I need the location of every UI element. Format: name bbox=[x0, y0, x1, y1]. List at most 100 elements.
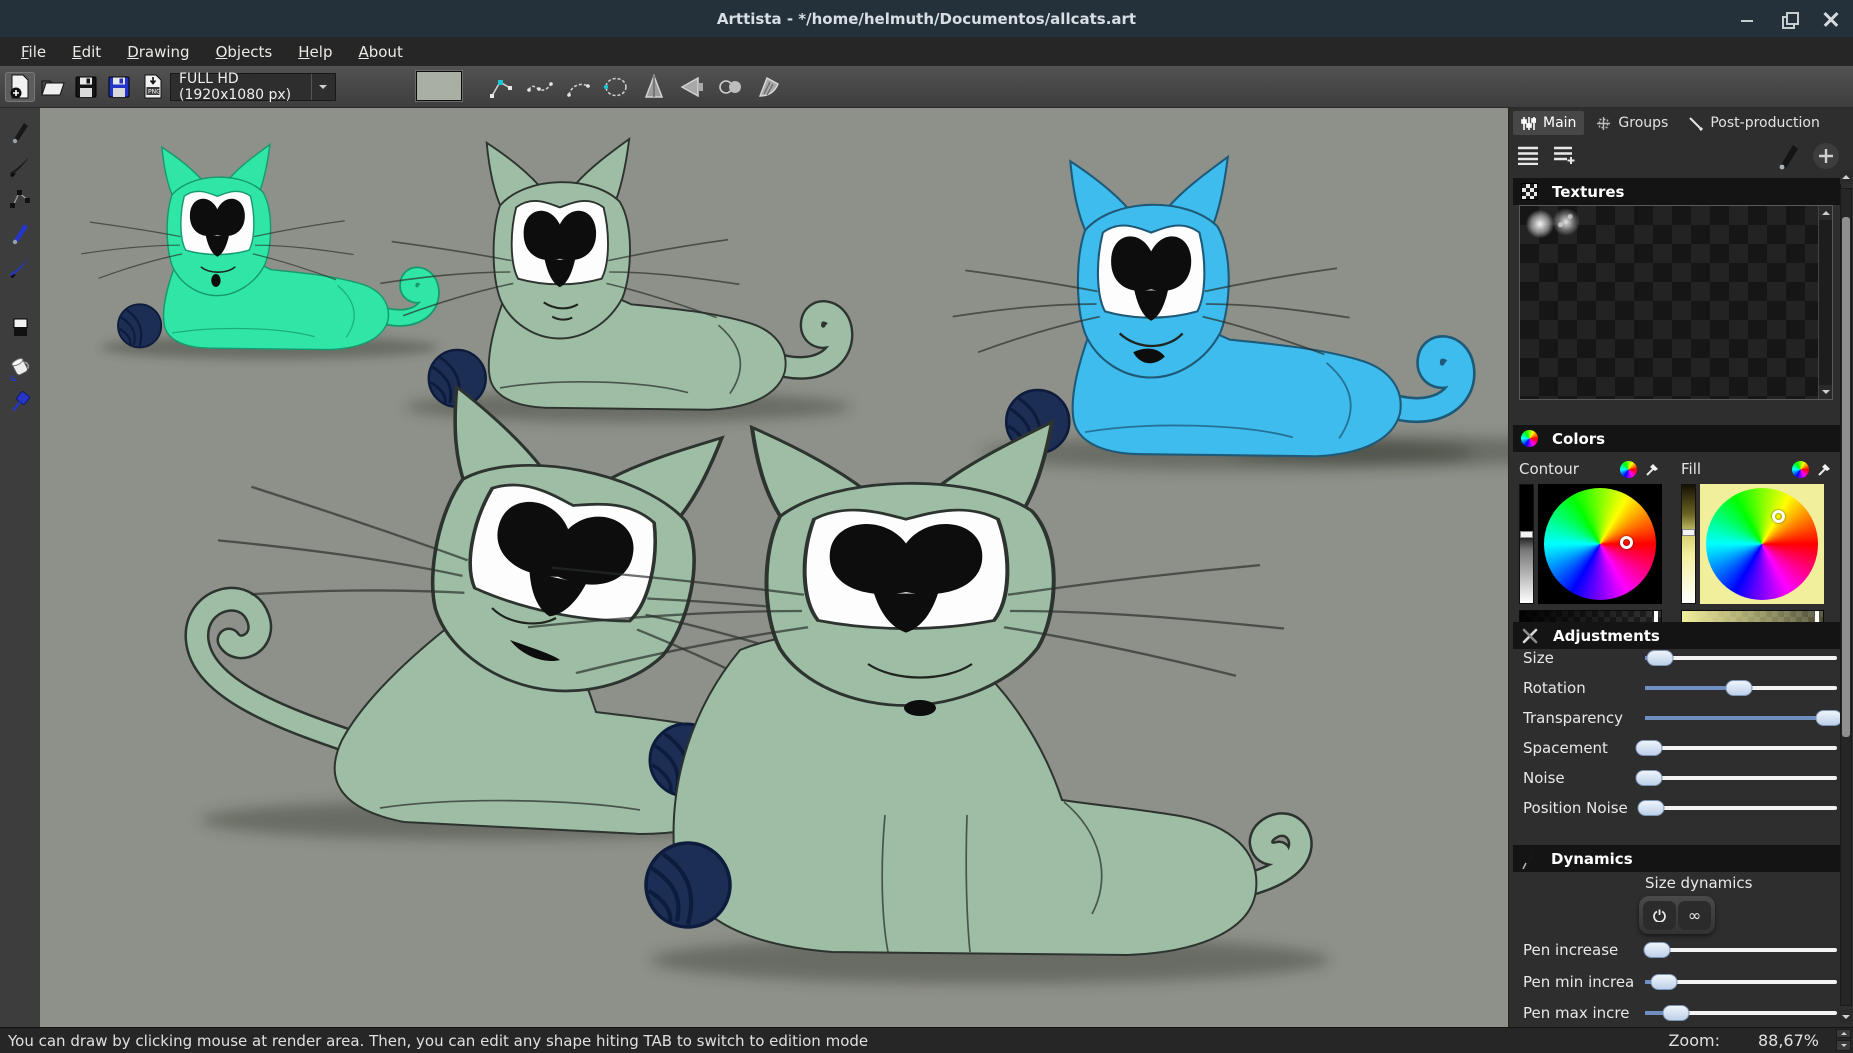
size-slider[interactable] bbox=[1645, 656, 1837, 660]
menu-about[interactable]: About bbox=[347, 40, 413, 64]
pen-min-increase-slider-handle[interactable] bbox=[1651, 974, 1678, 990]
tab-main[interactable]: Main bbox=[1513, 111, 1584, 135]
pen-black-tool[interactable] bbox=[7, 120, 33, 146]
save-as-button[interactable] bbox=[104, 72, 134, 102]
brush-black-tool[interactable] bbox=[7, 154, 33, 180]
menu-file[interactable]: File bbox=[10, 40, 57, 64]
panel-scrollbar[interactable] bbox=[1840, 170, 1852, 1024]
restore-icon[interactable] bbox=[1781, 11, 1797, 27]
contour-wheel-box[interactable] bbox=[1538, 484, 1662, 604]
contour-wheel-icon[interactable] bbox=[1620, 461, 1637, 478]
dynamics-off-button[interactable] bbox=[1643, 901, 1676, 930]
cat-mint[interactable] bbox=[81, 144, 438, 359]
adjustments-icon bbox=[1521, 627, 1539, 645]
export-png-button[interactable]: PNG bbox=[138, 72, 168, 102]
zoom-increase-icon[interactable] bbox=[1836, 1029, 1851, 1038]
cat-cyan[interactable] bbox=[953, 157, 1508, 470]
eraser-tool[interactable] bbox=[7, 315, 33, 341]
clone-tool-button[interactable] bbox=[715, 73, 745, 101]
texture-scroll-up-icon[interactable] bbox=[1819, 206, 1832, 220]
tab-main-label: Main bbox=[1543, 115, 1576, 131]
transparency-slider[interactable] bbox=[1645, 716, 1837, 720]
mirror-tool-button[interactable] bbox=[639, 73, 669, 101]
flip-tool-button[interactable] bbox=[677, 73, 707, 101]
menu-edit[interactable]: Edit bbox=[61, 40, 112, 64]
artwork-cats bbox=[40, 108, 1508, 1027]
colors-header[interactable]: Colors bbox=[1513, 425, 1841, 452]
dynamics-infinite-button[interactable]: ∞ bbox=[1678, 901, 1711, 930]
new-document-button[interactable] bbox=[5, 72, 35, 102]
colors-title: Colors bbox=[1552, 430, 1605, 448]
noise-slider-handle[interactable] bbox=[1635, 770, 1662, 786]
rotation-slider-handle[interactable] bbox=[1726, 680, 1753, 696]
tab-groups-label: Groups bbox=[1618, 115, 1668, 131]
brush-blue-tool[interactable] bbox=[7, 255, 33, 281]
node-editor-tool[interactable] bbox=[7, 187, 33, 213]
spacement-slider-handle[interactable] bbox=[1635, 740, 1662, 756]
pen-max-increase-slider[interactable] bbox=[1645, 1011, 1837, 1015]
add-brush-button[interactable] bbox=[1813, 143, 1839, 169]
spacement-label: Spacement bbox=[1523, 739, 1645, 757]
textures-header[interactable]: Textures bbox=[1513, 178, 1841, 205]
position-noise-slider-handle[interactable] bbox=[1637, 800, 1664, 816]
contour-value-bar[interactable] bbox=[1519, 484, 1534, 604]
fill-wheel-box[interactable] bbox=[1700, 484, 1824, 604]
contour-color-wheel[interactable] bbox=[1544, 488, 1656, 600]
panel-scroll-down-icon[interactable] bbox=[1840, 1010, 1852, 1024]
open-file-button[interactable] bbox=[38, 72, 68, 102]
contour-eyedropper-icon[interactable] bbox=[1645, 461, 1661, 477]
paint-pot-tool[interactable] bbox=[7, 355, 33, 381]
rotation-slider[interactable] bbox=[1645, 686, 1837, 690]
curve-tool-button[interactable] bbox=[525, 73, 555, 101]
arc-tool-button[interactable] bbox=[563, 73, 593, 101]
pen-increase-slider-handle[interactable] bbox=[1643, 942, 1670, 958]
ellipse-tool-button[interactable] bbox=[601, 73, 631, 101]
stamp-tool[interactable] bbox=[7, 389, 33, 415]
arttista-window: Arttista - */home/helmuth/Documentos/all… bbox=[0, 0, 1853, 1053]
fill-wheel-marker bbox=[1772, 510, 1785, 523]
tab-post-production[interactable]: Post-production bbox=[1680, 111, 1828, 135]
menu-drawing[interactable]: Drawing bbox=[116, 40, 200, 64]
add-list-icon[interactable] bbox=[1553, 145, 1577, 165]
pen-max-increase-slider-handle[interactable] bbox=[1662, 1005, 1689, 1021]
slider-row-pen-max: Pen max incre bbox=[1523, 1000, 1837, 1026]
fill-value-bar[interactable] bbox=[1681, 484, 1696, 604]
panel-scroll-track[interactable] bbox=[1840, 188, 1852, 1006]
current-color-swatch[interactable] bbox=[416, 71, 462, 101]
texture-scrollbar[interactable] bbox=[1818, 206, 1832, 399]
zoom-decrease-icon[interactable] bbox=[1836, 1040, 1851, 1051]
texture-thumb-noise[interactable] bbox=[1552, 208, 1580, 236]
dynamics-header[interactable]: Dynamics bbox=[1513, 845, 1841, 872]
position-noise-label: Position Noise bbox=[1523, 799, 1645, 817]
canvas-size-dropdown[interactable]: FULL HD (1920x1080 px) bbox=[170, 73, 336, 101]
paint-pot-icon bbox=[7, 355, 33, 381]
menu-help[interactable]: Help bbox=[287, 40, 343, 64]
fill-wheel-icon[interactable] bbox=[1792, 461, 1809, 478]
texture-list[interactable] bbox=[1519, 205, 1833, 400]
list-icon[interactable] bbox=[1517, 145, 1539, 165]
size-slider-handle[interactable] bbox=[1647, 650, 1674, 666]
texture-scroll-down-icon[interactable] bbox=[1819, 385, 1832, 399]
save-button[interactable] bbox=[71, 72, 101, 102]
broom-tool-button[interactable] bbox=[753, 73, 783, 101]
polyline-tool-button[interactable] bbox=[486, 73, 516, 101]
edit-pen-icon[interactable] bbox=[1773, 141, 1799, 171]
menu-objects[interactable]: Objects bbox=[205, 40, 284, 64]
tab-groups[interactable]: Groups bbox=[1588, 111, 1676, 135]
minimize-icon[interactable] bbox=[1739, 11, 1755, 27]
pen-increase-slider[interactable] bbox=[1645, 948, 1837, 952]
fill-color-wheel[interactable] bbox=[1706, 488, 1818, 600]
texture-thumb-soft[interactable] bbox=[1526, 210, 1554, 238]
pen-min-increase-slider[interactable] bbox=[1645, 980, 1837, 984]
fill-eyedropper-icon[interactable] bbox=[1817, 461, 1833, 477]
panel-scroll-up-icon[interactable] bbox=[1840, 170, 1852, 184]
close-icon[interactable] bbox=[1823, 11, 1839, 27]
noise-slider[interactable] bbox=[1645, 776, 1837, 780]
position-noise-slider[interactable] bbox=[1645, 806, 1837, 810]
panel-scroll-thumb[interactable] bbox=[1842, 217, 1850, 737]
drawing-canvas[interactable] bbox=[40, 108, 1508, 1027]
pen-blue-tool[interactable] bbox=[7, 221, 33, 247]
cat-sage-top[interactable] bbox=[380, 139, 851, 422]
transparency-slider-handle[interactable] bbox=[1816, 710, 1843, 726]
spacement-slider[interactable] bbox=[1645, 746, 1837, 750]
